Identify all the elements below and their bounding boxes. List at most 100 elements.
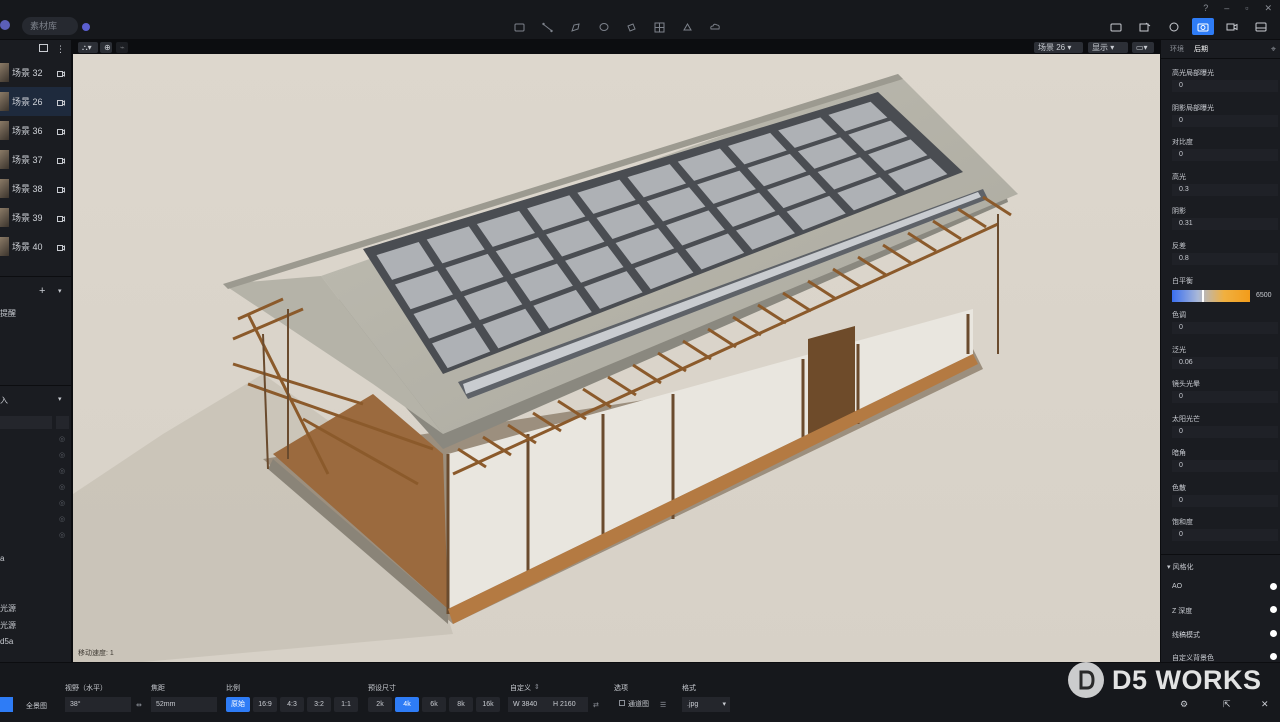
help-icon[interactable]: ?	[1203, 3, 1208, 14]
visibility-icon[interactable]: ◎	[59, 499, 65, 507]
camera-icon[interactable]	[57, 213, 65, 225]
param-input[interactable]: 0	[1172, 529, 1278, 541]
param-input[interactable]: 0	[1172, 425, 1278, 438]
camera-icon[interactable]	[57, 155, 65, 167]
grid-tool-icon[interactable]	[652, 20, 666, 34]
asset-library-button[interactable]: 素材库	[22, 17, 78, 35]
sort-icon[interactable]: ⇕	[534, 683, 540, 691]
pin-icon[interactable]: ⌖	[1271, 44, 1276, 55]
ratio-button[interactable]: 3:2	[307, 697, 331, 712]
width-input[interactable]: W 3840	[508, 697, 548, 712]
ratio-button[interactable]: 4:3	[280, 697, 304, 712]
ratio-button[interactable]: 1:1	[334, 697, 358, 712]
toggle-switch[interactable]	[1270, 630, 1277, 637]
visibility-icon[interactable]: ◎	[59, 483, 65, 491]
swap-icon[interactable]: ⇄	[593, 701, 599, 709]
channel-option[interactable]: 通道图	[614, 697, 656, 712]
chevron-down-icon[interactable]: ▾	[58, 395, 62, 403]
layer-search-input[interactable]	[0, 416, 52, 429]
visibility-icon[interactable]: ◎	[59, 531, 65, 539]
grid-view-icon[interactable]	[56, 416, 69, 429]
preset-button[interactable]: 2k	[368, 697, 392, 712]
visibility-icon[interactable]: ◎	[59, 435, 65, 443]
edit-mode-icon[interactable]	[1134, 18, 1156, 35]
minimize-icon[interactable]: –	[1224, 3, 1229, 14]
scene-dropdown[interactable]: 场景 26 ▾	[1034, 42, 1083, 53]
render-button[interactable]	[0, 697, 13, 712]
link-icon[interactable]: ⌁	[116, 42, 128, 53]
video-mode-icon[interactable]	[1221, 18, 1243, 35]
param-input[interactable]: 0	[1172, 391, 1278, 403]
visibility-icon[interactable]: ◎	[59, 451, 65, 459]
toggle-line-mode[interactable]: 线稿模式	[1172, 630, 1277, 640]
preset-button[interactable]: 8k	[449, 697, 473, 712]
maximize-icon[interactable]: ▫	[1245, 3, 1248, 14]
lasso-tool-icon[interactable]	[596, 20, 610, 34]
layer-row[interactable]: ◎	[0, 515, 71, 531]
account-icon[interactable]	[82, 23, 90, 31]
render-settings-icon[interactable]: ⚙	[1180, 699, 1188, 710]
output-dropdown[interactable]: ▭▾	[1132, 42, 1154, 53]
scene-item[interactable]: 场景 39	[0, 203, 71, 232]
preset-button[interactable]: 4k	[395, 697, 419, 712]
camera-mode-dropdown[interactable]: ⛬▾	[78, 42, 98, 53]
link-icon[interactable]: ⇹	[136, 701, 142, 709]
visibility-icon[interactable]: ◎	[59, 467, 65, 475]
effects-mode-icon[interactable]	[1163, 18, 1185, 35]
toggle-switch[interactable]	[1270, 653, 1277, 660]
more-options-icon[interactable]: ⋮	[56, 44, 65, 55]
fov-input[interactable]: 38°	[65, 697, 131, 712]
pen-tool-icon[interactable]	[568, 20, 582, 34]
layer-row[interactable]: ◎	[0, 531, 71, 547]
render-viewport[interactable]: ⛬▾ ⊕ ⌁ 场景 26 ▾ 显示 ▾ ▭▾ 移动速度: 1	[72, 40, 1160, 662]
close-window-icon[interactable]: ✕	[1264, 3, 1272, 14]
param-input[interactable]: 0.06	[1172, 356, 1278, 369]
chevron-down-icon[interactable]: ▾	[58, 287, 62, 295]
scene-item[interactable]: 场景 37	[0, 145, 71, 174]
tab-environment[interactable]: 环境	[1170, 44, 1184, 54]
layer-row[interactable]: ◎	[0, 499, 71, 515]
globe-icon[interactable]: ⊕	[100, 42, 112, 53]
camera-icon[interactable]	[57, 184, 65, 196]
add-icon[interactable]: +	[39, 285, 45, 297]
bucket-tool-icon[interactable]	[624, 20, 638, 34]
toggle-z-depth[interactable]: Z 深度	[1172, 606, 1277, 616]
layer-row[interactable]: ◎	[0, 483, 71, 499]
toggle-switch[interactable]	[1270, 583, 1277, 590]
settings-sliders-icon[interactable]: ☰	[660, 701, 666, 709]
param-input[interactable]: 0.8	[1172, 252, 1278, 265]
stylize-header[interactable]: ▾ 风格化	[1167, 562, 1193, 572]
layer-row[interactable]: ◎	[0, 467, 71, 483]
param-input[interactable]: 0	[1172, 494, 1278, 507]
rectangle-tool-icon[interactable]	[512, 20, 526, 34]
param-input[interactable]: 0	[1172, 460, 1278, 472]
height-input[interactable]: H 2160	[548, 697, 588, 712]
scene-item[interactable]: 场景 40	[0, 232, 71, 261]
preset-button[interactable]: 16k	[476, 697, 500, 712]
param-input[interactable]: 0	[1172, 149, 1278, 161]
display-dropdown[interactable]: 显示 ▾	[1088, 42, 1128, 53]
slider-handle[interactable]	[1202, 290, 1204, 302]
output-mode-icon[interactable]	[1250, 18, 1272, 35]
camera-icon[interactable]	[57, 68, 65, 80]
channel-checkbox[interactable]	[619, 700, 625, 706]
panorama-button[interactable]: 全景图	[26, 701, 47, 711]
param-input[interactable]: 0.31	[1172, 218, 1278, 230]
format-select[interactable]: .jpg ▾	[682, 697, 730, 712]
toggle-switch[interactable]	[1270, 606, 1277, 613]
scene-item[interactable]: 场景 32	[0, 58, 71, 87]
layer-row[interactable]: ◎	[0, 435, 71, 451]
render-mode-icon[interactable]	[1105, 18, 1127, 35]
camera-icon[interactable]	[57, 126, 65, 138]
line-tool-icon[interactable]	[540, 20, 554, 34]
visibility-icon[interactable]: ◎	[59, 515, 65, 523]
tab-post[interactable]: 后期	[1194, 44, 1208, 54]
camera-icon[interactable]	[57, 97, 65, 109]
scene-item[interactable]: 场景 36	[0, 116, 71, 145]
scene-item-active[interactable]: 场景 26	[0, 87, 71, 116]
add-scene-icon[interactable]	[39, 43, 48, 55]
camera-icon[interactable]	[57, 242, 65, 254]
layer-row[interactable]: ◎	[0, 451, 71, 467]
scene-item[interactable]: 场景 38	[0, 174, 71, 203]
param-input[interactable]: 0	[1172, 80, 1278, 92]
